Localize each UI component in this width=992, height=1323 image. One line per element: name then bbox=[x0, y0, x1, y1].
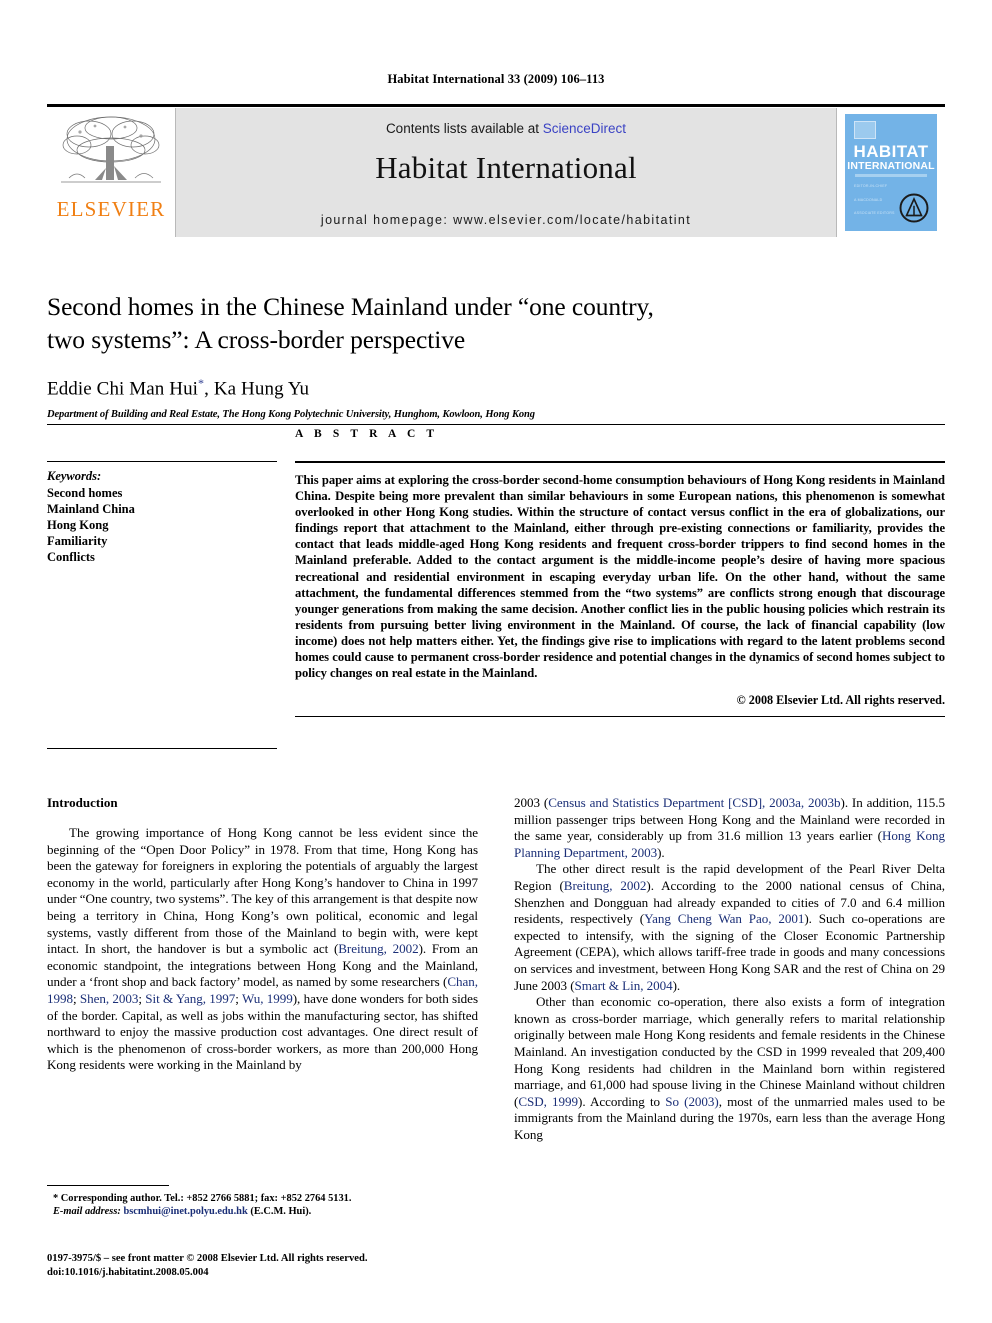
author-list: Eddie Chi Man Hui*, Ka Hung Yu bbox=[47, 376, 945, 400]
contents-line: Contents lists available at ScienceDirec… bbox=[386, 121, 626, 136]
keyword-item: Second homes bbox=[47, 486, 123, 500]
paragraph-text: 2003 ( bbox=[514, 795, 549, 810]
paragraph-text: ). bbox=[657, 844, 665, 860]
article-title-line1: Second homes in the Chinese Mainland und… bbox=[47, 292, 654, 321]
footnote-block: * Corresponding author. Tel.: +852 2766 … bbox=[47, 1185, 478, 1219]
body-paragraph: The other direct result is the rapid dev… bbox=[514, 861, 945, 994]
keywords-column: Keywords: Second homes Mainland China Ho… bbox=[47, 461, 295, 749]
right-paragraph-container: 2003 (Census and Statistics Department [… bbox=[514, 795, 945, 1143]
abstract-copyright: © 2008 Elsevier Ltd. All rights reserved… bbox=[736, 693, 945, 708]
email-note: E-mail address: bscmhui@inet.polyu.edu.h… bbox=[47, 1205, 478, 1218]
elsevier-tree-icon bbox=[61, 116, 161, 183]
journal-cover: HABITAT INTERNATIONAL EDITOR-IN-CHIEF A … bbox=[837, 108, 945, 237]
keyword-item: Familiarity bbox=[47, 534, 108, 548]
citation-link[interactable]: So (2003) bbox=[665, 1094, 719, 1109]
paragraph-text: Other than economic co-operation, there … bbox=[514, 994, 945, 1109]
email-link[interactable]: bscmhui@inet.polyu.edu.hk bbox=[123, 1206, 247, 1217]
author-secondary: , Ka Hung Yu bbox=[204, 378, 310, 400]
email-owner: (E.C.M. Hui). bbox=[250, 1206, 312, 1218]
citation-link[interactable]: Breitung, 2002 bbox=[564, 878, 647, 893]
paragraph-text: ; bbox=[73, 990, 80, 1006]
left-paragraph-container: The growing importance of Hong Kong cann… bbox=[47, 825, 478, 1074]
cover-elsevier-mark-icon bbox=[854, 121, 876, 139]
keywords-box: Keywords: Second homes Mainland China Ho… bbox=[47, 461, 277, 749]
cover-meta-line1: EDITOR-IN-CHIEF bbox=[854, 184, 888, 188]
cover-subtitle-rule bbox=[855, 174, 927, 177]
journal-banner: Contents lists available at ScienceDirec… bbox=[175, 108, 837, 237]
citation-link[interactable]: Census and Statistics Department [CSD], … bbox=[548, 795, 840, 810]
cover-meta-line2: A MACDONALD bbox=[854, 198, 883, 202]
email-label: E-mail address: bbox=[53, 1206, 121, 1218]
elsevier-logo: ELSEVIER bbox=[47, 108, 175, 237]
keyword-item: Hong Kong bbox=[47, 518, 109, 532]
citation-link[interactable]: Shen, 2003 bbox=[80, 991, 139, 1006]
author-primary: Eddie Chi Man Hui bbox=[47, 378, 199, 400]
body-paragraph: The growing importance of Hong Kong cann… bbox=[47, 825, 478, 1074]
article-body: Introduction The growing importance of H… bbox=[47, 795, 945, 1143]
body-paragraph: Other than economic co-operation, there … bbox=[514, 994, 945, 1143]
paper-page: Habitat International 33 (2009) 106–113 bbox=[0, 0, 992, 1323]
citation-link[interactable]: Yang Cheng Wan Pao, 2001 bbox=[644, 911, 804, 926]
abstract-heading: A B S T R A C T bbox=[295, 428, 439, 440]
citation-link[interactable]: Breitung, 2002 bbox=[338, 941, 418, 956]
corresponding-author-note: * Corresponding author. Tel.: +852 2766 … bbox=[53, 1193, 352, 1204]
cover-title-line1: HABITAT bbox=[853, 142, 929, 161]
abstract-text: This paper aims at exploring the cross-b… bbox=[295, 473, 945, 681]
paragraph-text: ; bbox=[235, 990, 242, 1006]
paragraph-text: The growing importance of Hong Kong cann… bbox=[47, 825, 478, 957]
article-title-line2: two systems”: A cross-border perspective bbox=[47, 325, 466, 354]
citation-link[interactable]: Wu, 1999 bbox=[242, 991, 293, 1006]
article-title-block: Second homes in the Chinese Mainland und… bbox=[47, 290, 945, 420]
cover-seal-icon bbox=[899, 193, 929, 223]
author-affiliation: Department of Building and Real Estate, … bbox=[47, 409, 535, 421]
cover-title-line2: INTERNATIONAL bbox=[847, 160, 935, 172]
journal-title: Habitat International bbox=[375, 150, 637, 185]
cover-meta-line3: ASSOCIATE EDITORS bbox=[854, 211, 895, 215]
journal-cover-image: HABITAT INTERNATIONAL EDITOR-IN-CHIEF A … bbox=[845, 114, 937, 231]
body-column-left: Introduction The growing importance of H… bbox=[47, 795, 478, 1143]
citation-link[interactable]: Smart & Lin, 2004 bbox=[575, 978, 673, 993]
abstract-column: A B S T R A C T This paper aims at explo… bbox=[295, 428, 945, 749]
contents-prefix: Contents lists available at bbox=[385, 121, 543, 136]
keywords-heading: Keywords: bbox=[47, 469, 102, 483]
sciencedirect-link[interactable]: ScienceDirect bbox=[543, 121, 626, 136]
journal-homepage-link[interactable]: journal homepage: www.elsevier.com/locat… bbox=[176, 213, 836, 227]
imprint-line-doi: doi:10.1016/j.habitatint.2008.05.004 bbox=[47, 1267, 209, 1278]
body-column-right: 2003 (Census and Statistics Department [… bbox=[514, 795, 945, 1143]
keyword-item: Mainland China bbox=[47, 502, 135, 516]
abstract-box: This paper aims at exploring the cross-b… bbox=[295, 461, 945, 718]
abstract-area: Keywords: Second homes Mainland China Ho… bbox=[47, 424, 945, 749]
paragraph-text: ). bbox=[672, 977, 681, 993]
citation-link[interactable]: Sit & Yang, 1997 bbox=[145, 991, 235, 1006]
section-heading-introduction: Introduction bbox=[47, 795, 118, 810]
keyword-item: Conflicts bbox=[47, 550, 95, 564]
citation-link[interactable]: CSD, 1999 bbox=[518, 1094, 578, 1109]
running-head: Habitat International 33 (2009) 106–113 bbox=[387, 72, 605, 86]
elsevier-wordmark: ELSEVIER bbox=[56, 197, 166, 221]
imprint-line-issn: 0197-3975/$ – see front matter © 2008 El… bbox=[47, 1253, 368, 1264]
footnote-rule bbox=[47, 1185, 169, 1186]
journal-masthead: ELSEVIER Contents lists available at Sci… bbox=[47, 104, 945, 237]
paragraph-text: ). According to bbox=[578, 1093, 666, 1109]
imprint-block: 0197-3975/$ – see front matter © 2008 El… bbox=[47, 1252, 487, 1280]
article-title: Second homes in the Chinese Mainland und… bbox=[47, 290, 945, 356]
body-paragraph: 2003 (Census and Statistics Department [… bbox=[514, 795, 945, 861]
